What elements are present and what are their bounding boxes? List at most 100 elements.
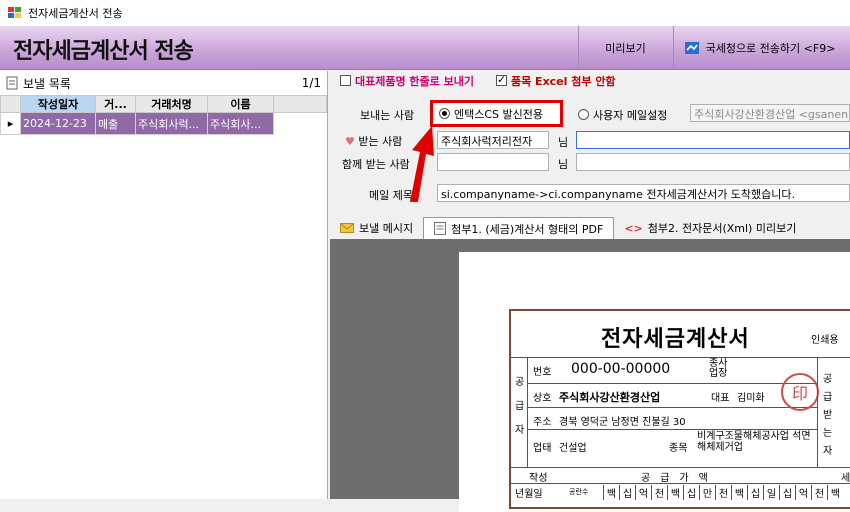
biz-label: 업태 (533, 443, 552, 454)
recipient-email-field[interactable] (576, 131, 850, 149)
subject-field[interactable]: si.companyname->ci.companyname 전자세금계산서가 … (437, 184, 850, 202)
recipient-label-row: ♥ 받는 사람 (345, 133, 402, 149)
sender-radio-user[interactable] (578, 109, 589, 120)
preview-button[interactable]: 미리보기 (578, 26, 672, 69)
sender-option-ntax-label: 엔택스CS 발신전용 (454, 107, 543, 121)
company-seal: 印 (781, 373, 819, 411)
sender-email-field[interactable]: 주식회사강산환경산업 <gsanen (690, 104, 850, 122)
digit-header: 백 (827, 485, 843, 500)
branch-label: 종사업장 (709, 358, 728, 379)
column-header-client[interactable]: 거래처명 (135, 95, 208, 113)
digit-header: 십 (619, 485, 635, 500)
tab-message-label: 보낼 메시지 (359, 222, 414, 235)
excel-label: 품목 Excel 첨부 안함 (510, 75, 616, 88)
sender-option-user[interactable]: 사용자 메일설정 (578, 107, 667, 123)
reg-no-label: 번호 (533, 367, 552, 378)
digit-header: 백 (603, 485, 619, 500)
envelope-icon (340, 223, 354, 233)
print-label: 인쇄용 (811, 335, 839, 346)
cell-type[interactable]: 매출 (95, 112, 136, 135)
tab-xml[interactable]: <> 첨부2. 전자문서(Xml) 미리보기 (614, 217, 806, 239)
cell-client[interactable]: 주식회사럭... (135, 112, 208, 135)
recipient-name-field[interactable]: 주식회사럭저리전자 (437, 131, 549, 149)
table-row[interactable]: ▸ 2024-12-23 매출 주식회사럭... 주식회사... (0, 112, 327, 135)
invoice-form: 전자세금계산서 인쇄용 공급자 번호 000-00-00000 종사업장 상호 … (509, 309, 850, 509)
send-list-header: 보낼 목록 1/1 (0, 71, 327, 95)
send-list-title: 보낼 목록 (23, 76, 71, 91)
cell-blank (273, 112, 327, 135)
page-indicator: 1/1 (301, 76, 321, 90)
cc-name-field[interactable] (437, 153, 549, 171)
ceo-label: 대표 (711, 393, 730, 404)
option-row: 대표제품명 한줄로 보내기 품목 Excel 첨부 안함 (340, 73, 616, 89)
addr-label: 주소 (533, 417, 552, 428)
cell-name[interactable]: 주식회사... (207, 112, 274, 135)
supply-label: 공급가액 (641, 473, 718, 484)
row-selector[interactable]: ▸ (0, 112, 21, 135)
row-header-corner (0, 95, 21, 113)
ymd-label: 년월일 (515, 489, 543, 500)
digit-header: 천 (811, 485, 827, 500)
nts-send-label: 국세청으로 전송하기 <F9> (705, 41, 836, 55)
receiver-side-label: 공급받는자 (823, 374, 833, 457)
header-bar: 전자세금계산서 전송 미리보기 국세청으로 전송하기 <F9> (0, 26, 850, 70)
supplier-side-label: 공급자 (515, 377, 525, 436)
column-header-date[interactable]: 작성일자 (20, 95, 96, 113)
send-icon (684, 41, 699, 54)
pdf-icon (434, 222, 447, 235)
xml-icon: <> (624, 221, 643, 235)
written-label: 작성 (529, 473, 548, 484)
digit-header-row: 백십억천백십만천백십일십억천백 (603, 485, 843, 500)
preview-button-label: 미리보기 (605, 41, 646, 55)
excel-checkbox[interactable] (495, 73, 507, 86)
item-value: 비계구조물해체공사업 석면해체제거업 (697, 431, 811, 453)
column-header-blank (273, 95, 327, 113)
invoice-title: 전자세금계산서 (601, 327, 750, 352)
attachment-tabs: 보낼 메시지 첨부1. (세금)계산서 형태의 PDF <> 첨부2. 전자문서… (330, 217, 850, 239)
sender-radio-ntax[interactable] (439, 108, 450, 119)
page-title: 전자세금계산서 전송 (13, 39, 194, 64)
one-line-checkbox[interactable] (340, 75, 351, 86)
send-list-table: 작성일자 거... 거래처명 이름 ▸ 2024-12-23 매출 주식회사럭.… (0, 95, 327, 135)
one-line-label: 대표제품명 한줄로 보내기 (355, 75, 474, 88)
digit-header: 일 (763, 485, 779, 500)
biz-value: 건설업 (559, 443, 587, 454)
digit-header: 십 (779, 485, 795, 500)
item-label: 종목 (669, 443, 688, 454)
digit-header: 천 (715, 485, 731, 500)
excel-option[interactable]: 품목 Excel 첨부 안함 (495, 73, 616, 89)
company-label: 상호 (533, 393, 552, 404)
recipient-label: 받는 사람 (358, 135, 403, 148)
column-header-name[interactable]: 이름 (207, 95, 274, 113)
addr-value: 경북 영덕군 남정면 진불길 30 (559, 417, 686, 428)
digit-header: 십 (747, 485, 763, 500)
company-value: 주식회사강산환경산업 (559, 391, 661, 404)
pdf-preview[interactable]: 전자세금계산서 인쇄용 공급자 번호 000-00-00000 종사업장 상호 … (330, 239, 850, 512)
digit-header: 십 (683, 485, 699, 500)
column-header-type[interactable]: 거... (95, 95, 136, 113)
nts-send-button[interactable]: 국세청으로 전송하기 <F9> (673, 26, 845, 69)
tax-label: 세 (841, 473, 850, 484)
window-titlebar: 전자세금계산서 전송 (0, 0, 850, 26)
heart-icon: ♥ (345, 135, 355, 148)
digit-header: 억 (635, 485, 651, 500)
tab-xml-label: 첨부2. 전자문서(Xml) 미리보기 (647, 222, 797, 235)
blank-count-label: 공란수 (569, 488, 589, 496)
digit-header: 천 (651, 485, 667, 500)
reg-no-value: 000-00-00000 (571, 361, 671, 377)
cc-email-field[interactable] (576, 153, 850, 171)
one-line-option[interactable]: 대표제품명 한줄로 보내기 (340, 73, 474, 89)
sender-option-user-label: 사용자 메일설정 (593, 109, 668, 122)
app-icon (8, 7, 22, 19)
cell-date[interactable]: 2024-12-23 (20, 112, 96, 135)
tab-pdf[interactable]: 첨부1. (세금)계산서 형태의 PDF (423, 217, 615, 239)
sender-option-ntax[interactable]: 엔택스CS 발신전용 (430, 100, 563, 127)
tab-message[interactable]: 보낼 메시지 (330, 217, 423, 239)
digit-header: 백 (731, 485, 747, 500)
tab-pdf-label: 첨부1. (세금)계산서 형태의 PDF (451, 222, 604, 236)
recipient-nim: 님 (558, 136, 569, 149)
sender-label: 보내는 사람 (360, 109, 415, 122)
digit-header: 백 (667, 485, 683, 500)
digit-header: 억 (795, 485, 811, 500)
digit-header: 만 (699, 485, 715, 500)
